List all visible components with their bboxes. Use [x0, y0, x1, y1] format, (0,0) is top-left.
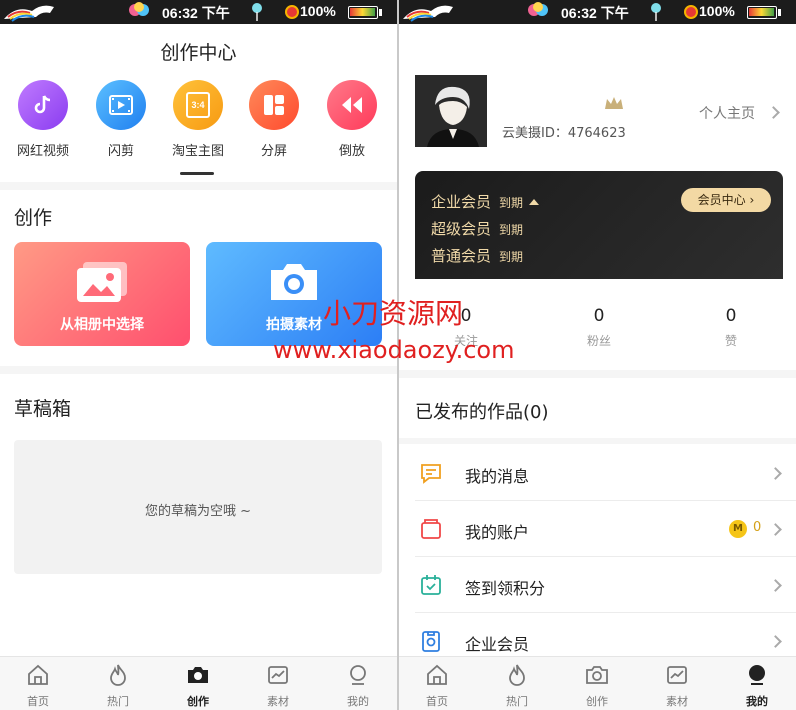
member-row-regular[interactable]: 普通会员 到期 — [431, 245, 523, 266]
flame-icon — [509, 664, 525, 686]
crown-icon — [605, 97, 623, 109]
camera-icon — [271, 264, 317, 300]
chart-icon — [268, 666, 288, 684]
tool-split-screen[interactable]: 分屏 — [236, 80, 312, 159]
bottom-tab-bar: 首页 热门 创作 素材 我的 — [399, 656, 796, 710]
profile-icon — [749, 665, 765, 685]
page-indicator — [180, 172, 214, 175]
wallet-icon — [421, 519, 441, 539]
tool-reverse[interactable]: 倒放 — [314, 80, 390, 159]
user-id: 云美摄ID：4764623 — [502, 126, 626, 141]
create-section-title: 创作 — [14, 207, 53, 229]
tab-mine[interactable]: 我的 — [328, 663, 388, 709]
status-time: 06:32 下午 — [561, 5, 629, 21]
membership-card: 企业会员 到期 超级会员 到期 普通会员 到期 会员中心 › — [415, 171, 783, 279]
status-bar: 06:32 下午 100% — [399, 0, 796, 24]
rewind-icon — [327, 80, 377, 130]
published-works-title[interactable]: 已发布的作品(0) — [415, 398, 549, 424]
choose-from-album-card[interactable]: 从相册中选择 — [14, 242, 190, 346]
status-bar: 06:32 下午 100% — [0, 0, 397, 24]
caret-up-icon — [529, 199, 540, 205]
tab-hot[interactable]: 热门 — [487, 663, 547, 709]
menu-my-messages[interactable]: 我的消息 — [399, 445, 796, 501]
watermark-title: 小刀资源网 — [323, 297, 464, 330]
stat-likes[interactable]: 0 赞 — [686, 306, 776, 349]
battery-icon — [348, 6, 378, 19]
enterprise-member-icon — [422, 631, 440, 652]
section-divider — [399, 438, 796, 444]
tab-home[interactable]: 首页 — [8, 663, 68, 709]
eye-comfort-icon — [684, 5, 698, 19]
tiktok-note-icon — [18, 80, 68, 130]
aspect-ratio-3-4-icon: 3:4 — [173, 80, 223, 130]
profile-icon — [350, 665, 366, 685]
drafts-section-title: 草稿箱 — [14, 398, 72, 420]
unicorn-logo-icon — [403, 5, 453, 22]
chevron-right-icon — [769, 523, 782, 536]
tab-home[interactable]: 首页 — [407, 663, 467, 709]
chevron-right-icon — [769, 579, 782, 592]
section-divider — [0, 182, 397, 190]
avatar[interactable] — [415, 75, 487, 147]
battery-percent: 100% — [300, 3, 336, 19]
tab-hot[interactable]: 热门 — [88, 663, 148, 709]
home-icon — [28, 664, 48, 685]
film-strip-icon — [96, 80, 146, 130]
section-divider — [399, 370, 796, 378]
drafts-empty-text: 您的草稿为空哦 ~ — [144, 504, 252, 519]
stat-followers[interactable]: 0 粉丝 — [554, 306, 644, 349]
tab-create[interactable]: 创作 — [168, 663, 228, 709]
flame-icon — [110, 664, 126, 686]
location-pin-icon — [252, 3, 262, 21]
tab-materials[interactable]: 素材 — [248, 663, 308, 709]
chevron-right-icon — [767, 106, 780, 119]
tool-flash-cut[interactable]: 闪剪 — [83, 80, 159, 159]
message-icon — [421, 464, 441, 484]
tab-materials[interactable]: 素材 — [647, 663, 707, 709]
tool-taobao-main-image[interactable]: 3:4 淘宝主图 — [160, 80, 236, 159]
location-pin-icon — [651, 3, 661, 21]
checkin-calendar-icon — [421, 575, 441, 595]
page-title: 创作中心 — [160, 42, 237, 64]
menu-my-account[interactable]: 我的账户 M 0 — [399, 501, 796, 557]
tab-create[interactable]: 创作 — [567, 663, 627, 709]
chart-icon — [667, 666, 687, 684]
status-time: 06:32 下午 — [162, 5, 230, 21]
member-row-enterprise[interactable]: 企业会员 到期 — [431, 191, 540, 212]
photo-album-icon — [77, 262, 127, 302]
battery-icon — [747, 6, 777, 19]
tool-viral-video[interactable]: 网红视频 — [5, 80, 81, 159]
unicorn-logo-icon — [4, 5, 54, 22]
split-screen-icon — [249, 80, 299, 130]
coin-icon: M — [729, 520, 747, 538]
tab-mine[interactable]: 我的 — [727, 663, 787, 709]
battery-percent: 100% — [699, 3, 735, 19]
chevron-right-icon — [769, 467, 782, 480]
balloons-icon — [528, 2, 548, 16]
drafts-box: 您的草稿为空哦 ~ — [14, 440, 382, 574]
bottom-tab-bar: 首页 热门 创作 素材 我的 — [0, 656, 397, 710]
coin-count: 0 — [753, 520, 762, 535]
watermark-url: www.xiaodaozy.com — [273, 336, 515, 364]
camera-icon — [586, 666, 608, 684]
eye-comfort-icon — [285, 5, 299, 19]
member-row-super[interactable]: 超级会员 到期 — [431, 218, 523, 239]
home-icon — [427, 664, 447, 685]
camera-icon — [188, 667, 208, 683]
balloons-icon — [129, 2, 149, 16]
menu-checkin-points[interactable]: 签到领积分 — [399, 557, 796, 613]
section-divider — [0, 366, 397, 374]
chevron-right-icon — [769, 635, 782, 648]
member-center-button[interactable]: 会员中心 › — [681, 188, 771, 212]
